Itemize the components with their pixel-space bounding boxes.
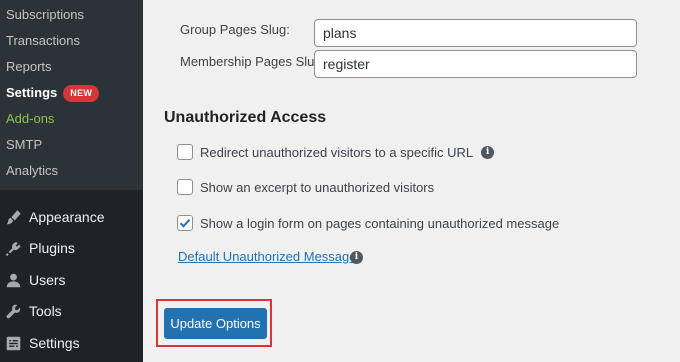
menu-item-tools[interactable]: Tools — [0, 296, 143, 326]
settings-icon — [3, 333, 23, 353]
memberpress-submenu: Subscriptions Transactions Reports Setti… — [0, 0, 143, 190]
unauthorized-access-heading: Unauthorized Access — [164, 109, 327, 126]
checkmark-icon — [179, 219, 191, 228]
menu-item-label: Tools — [29, 303, 62, 319]
plugin-icon — [3, 238, 23, 258]
excerpt-option-row: Show an excerpt to unauthorized visitors — [177, 177, 434, 197]
update-options-button[interactable]: Update Options — [164, 308, 267, 339]
excerpt-checkbox[interactable] — [177, 179, 193, 195]
menu-item-appearance[interactable]: Appearance — [0, 202, 143, 232]
group-slug-input[interactable] — [314, 19, 637, 47]
login-form-option-label[interactable]: Show a login form on pages containing un… — [200, 216, 559, 231]
menu-item-plugins[interactable]: Plugins — [0, 233, 143, 263]
info-icon[interactable]: i — [481, 145, 495, 159]
submenu-item-addons[interactable]: Add-ons — [6, 108, 54, 130]
menu-item-label: Plugins — [29, 240, 75, 256]
default-unauthorized-message-link[interactable]: Default Unauthorized Message: — [178, 249, 360, 264]
submenu-item-analytics[interactable]: Analytics — [6, 160, 58, 182]
submenu-item-smtp[interactable]: SMTP — [6, 134, 42, 156]
membership-slug-input[interactable] — [314, 50, 637, 78]
group-slug-label: Group Pages Slug: — [180, 22, 290, 37]
excerpt-option-label[interactable]: Show an excerpt to unauthorized visitors — [200, 180, 434, 195]
admin-sidebar: Subscriptions Transactions Reports Setti… — [0, 0, 143, 362]
new-badge: NEW — [63, 85, 100, 102]
user-icon — [3, 270, 23, 290]
info-icon[interactable]: i — [350, 251, 363, 264]
submenu-item-settings-label: Settings — [6, 85, 58, 100]
menu-item-label: Appearance — [29, 209, 105, 225]
login-form-checkbox[interactable] — [177, 215, 193, 231]
submenu-item-transactions[interactable]: Transactions — [6, 30, 80, 52]
menu-item-users[interactable]: Users — [0, 265, 143, 295]
menu-item-label: Settings — [29, 335, 80, 351]
submenu-item-reports[interactable]: Reports — [6, 56, 52, 78]
redirect-option-label[interactable]: Redirect unauthorized visitors to a spec… — [200, 145, 473, 160]
menu-item-label: Users — [29, 272, 66, 288]
wrench-icon — [3, 301, 23, 321]
submenu-item-subscriptions[interactable]: Subscriptions — [6, 4, 84, 26]
menu-item-settings[interactable]: Settings — [0, 328, 143, 358]
submenu-item-settings[interactable]: Settings NEW — [6, 82, 100, 104]
redirect-option-row: Redirect unauthorized visitors to a spec… — [177, 142, 495, 162]
login-form-option-row: Show a login form on pages containing un… — [177, 213, 559, 233]
membership-slug-label: Membership Pages Slug: — [180, 54, 326, 69]
redirect-checkbox[interactable] — [177, 144, 193, 160]
paintbrush-icon — [3, 207, 23, 227]
